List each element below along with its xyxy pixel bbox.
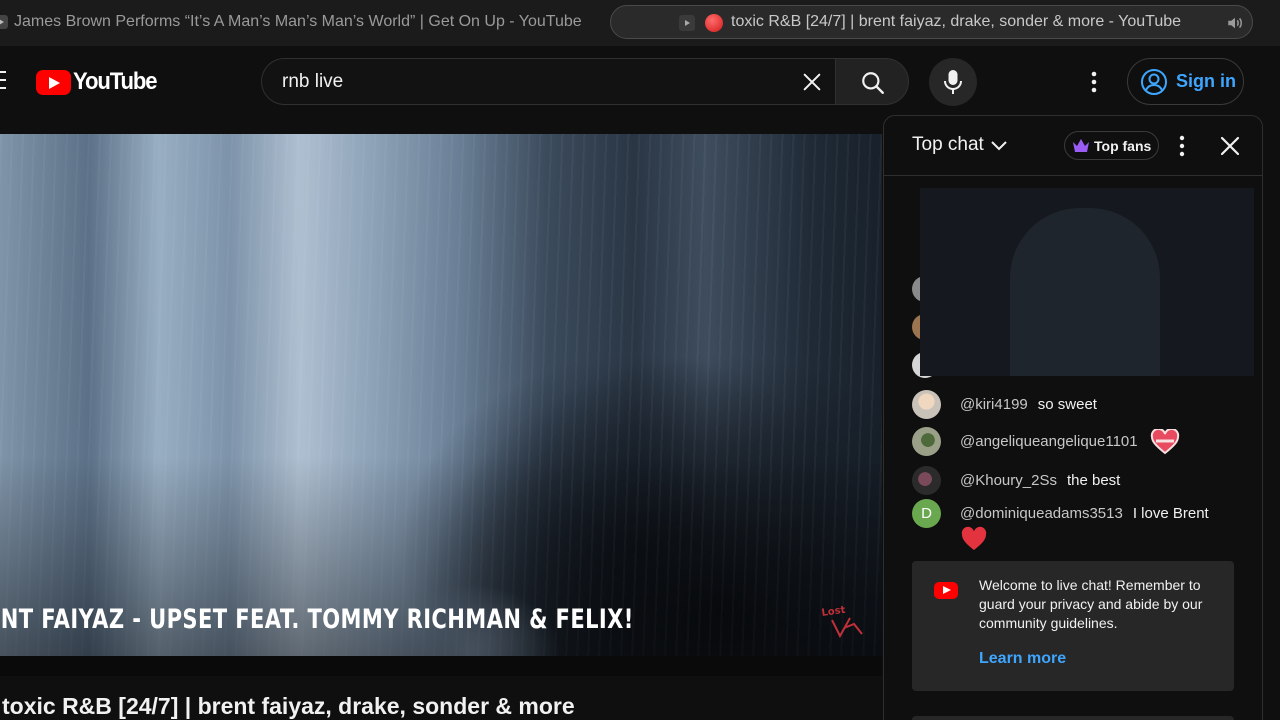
search-box	[261, 58, 835, 105]
chat-message-text: I love Brent	[1132, 505, 1209, 522]
top-fans-label: Top fans	[1094, 137, 1152, 154]
settings-more-icon[interactable]	[1084, 70, 1104, 94]
search-icon	[862, 72, 884, 94]
microphone-icon	[944, 70, 962, 94]
svg-text:Lost: Lost	[821, 605, 846, 619]
clear-search-icon[interactable]	[801, 71, 823, 93]
chat-mode-label: Top chat	[912, 134, 984, 155]
voice-search-button[interactable]	[929, 58, 977, 106]
youtube-play-logo-icon	[36, 69, 71, 95]
chat-more-options-icon[interactable]	[1176, 135, 1188, 157]
avatar	[912, 427, 941, 456]
chat-author[interactable]: @kiri4199	[960, 396, 1028, 413]
tab-title: James Brown Performs “It’s A Man’s Man’s…	[14, 13, 582, 30]
chat-overlay-thumbnail	[920, 188, 1254, 376]
sign-in-label: Sign in	[1176, 71, 1236, 91]
channel-watermark-icon: Lost	[821, 605, 863, 639]
sign-in-button[interactable]: Sign in	[1127, 58, 1244, 105]
avatar-letter: D	[921, 505, 932, 522]
top-fans-button[interactable]: Top fans	[1064, 131, 1159, 160]
close-chat-icon[interactable]	[1219, 135, 1241, 157]
youtube-logo[interactable]: YouTube	[36, 68, 164, 96]
tab-title: toxic R&B [24/7] | brent faiyaz, drake, …	[731, 13, 1182, 30]
welcome-banner: Welcome to live chat! Remember to guard …	[912, 561, 1234, 691]
avatar	[912, 390, 941, 419]
video-progress-area	[0, 656, 882, 676]
chat-author[interactable]: @Khoury_2Ss	[960, 472, 1057, 489]
video-caption-text: ENT FAIYAZ - UPSET FEAT. TOMMY RICHMAN &…	[0, 604, 634, 635]
welcome-message: Welcome to live chat! Remember to guard …	[979, 577, 1203, 631]
account-icon	[1141, 68, 1167, 95]
chevron-down-icon	[991, 141, 1007, 151]
youtube-header: YouTube Sign in	[0, 46, 1280, 118]
video-title: toxic R&B [24/7] | brent faiyaz, drake, …	[2, 693, 575, 719]
live-chat-header: Top chat Top fans	[884, 116, 1262, 176]
youtube-wordmark: YouTube	[73, 68, 158, 95]
chat-author[interactable]: @angeliqueangelique1101	[960, 433, 1138, 450]
avatar: D	[912, 499, 941, 528]
overlay-silhouette	[1010, 208, 1160, 376]
heart-badge-icon	[1150, 429, 1179, 455]
chat-message[interactable]: @Khoury_2Ss the best	[912, 466, 1121, 495]
search-input[interactable]	[282, 59, 782, 104]
chat-message[interactable]: D @dominiqueadams3513 I love Brent	[912, 499, 1209, 552]
learn-more-link[interactable]: Learn more	[979, 650, 1066, 668]
chat-message[interactable]: @kiri4199 so sweet	[912, 390, 1097, 419]
youtube-logo-icon	[934, 582, 958, 599]
browser-tab-strip: James Brown Performs “It’s A Man’s Man’s…	[0, 0, 1280, 46]
crown-icon	[1073, 139, 1089, 152]
chat-message[interactable]: @angeliqueangelique1101	[912, 427, 1180, 456]
youtube-favicon-icon	[0, 15, 8, 29]
chat-input-area[interactable]	[912, 716, 1234, 720]
heart-icon	[961, 526, 987, 550]
speaker-icon[interactable]	[1226, 14, 1244, 32]
avatar	[912, 466, 941, 495]
chat-message-text: the best	[1066, 472, 1121, 489]
chat-author[interactable]: @dominiqueadams3513	[960, 505, 1123, 522]
youtube-favicon-icon	[679, 15, 695, 31]
search-button[interactable]	[835, 58, 909, 105]
chat-mode-dropdown[interactable]: Top chat	[912, 134, 1008, 156]
recording-indicator-icon	[705, 14, 723, 32]
browser-tab-toxic-rnb[interactable]: toxic R&B [24/7] | brent faiyaz, drake, …	[610, 5, 1253, 39]
live-chat-panel: Top chat Top fans @kiri4199 so sweet @an…	[883, 115, 1263, 720]
browser-tab-james-brown[interactable]: James Brown Performs “It’s A Man’s Man’s…	[0, 5, 600, 39]
video-player[interactable]: ENT FAIYAZ - UPSET FEAT. TOMMY RICHMAN &…	[0, 134, 882, 656]
chat-message-text: so sweet	[1037, 396, 1097, 413]
hamburger-menu-icon[interactable]	[0, 71, 6, 91]
